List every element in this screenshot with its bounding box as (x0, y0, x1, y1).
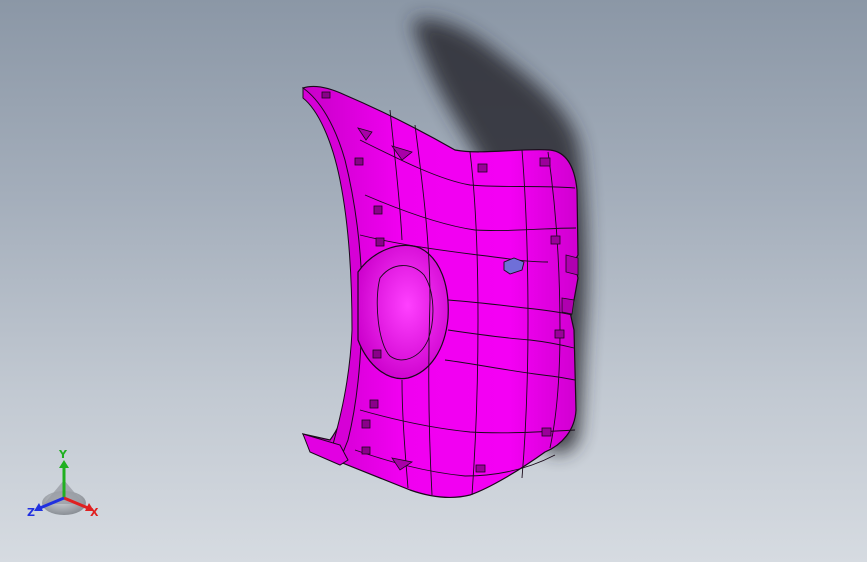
panel-notch-lower (561, 297, 575, 315)
y-axis-arrow (59, 460, 69, 468)
axis-triad: Y X Z (27, 448, 99, 519)
3d-viewport[interactable]: Y X Z (0, 0, 867, 562)
y-axis-label: Y (58, 448, 68, 461)
z-axis-label: Z (27, 506, 35, 519)
panel-notch-upper (565, 254, 579, 276)
x-axis-label: X (90, 506, 99, 519)
model-scene[interactable] (0, 0, 867, 562)
